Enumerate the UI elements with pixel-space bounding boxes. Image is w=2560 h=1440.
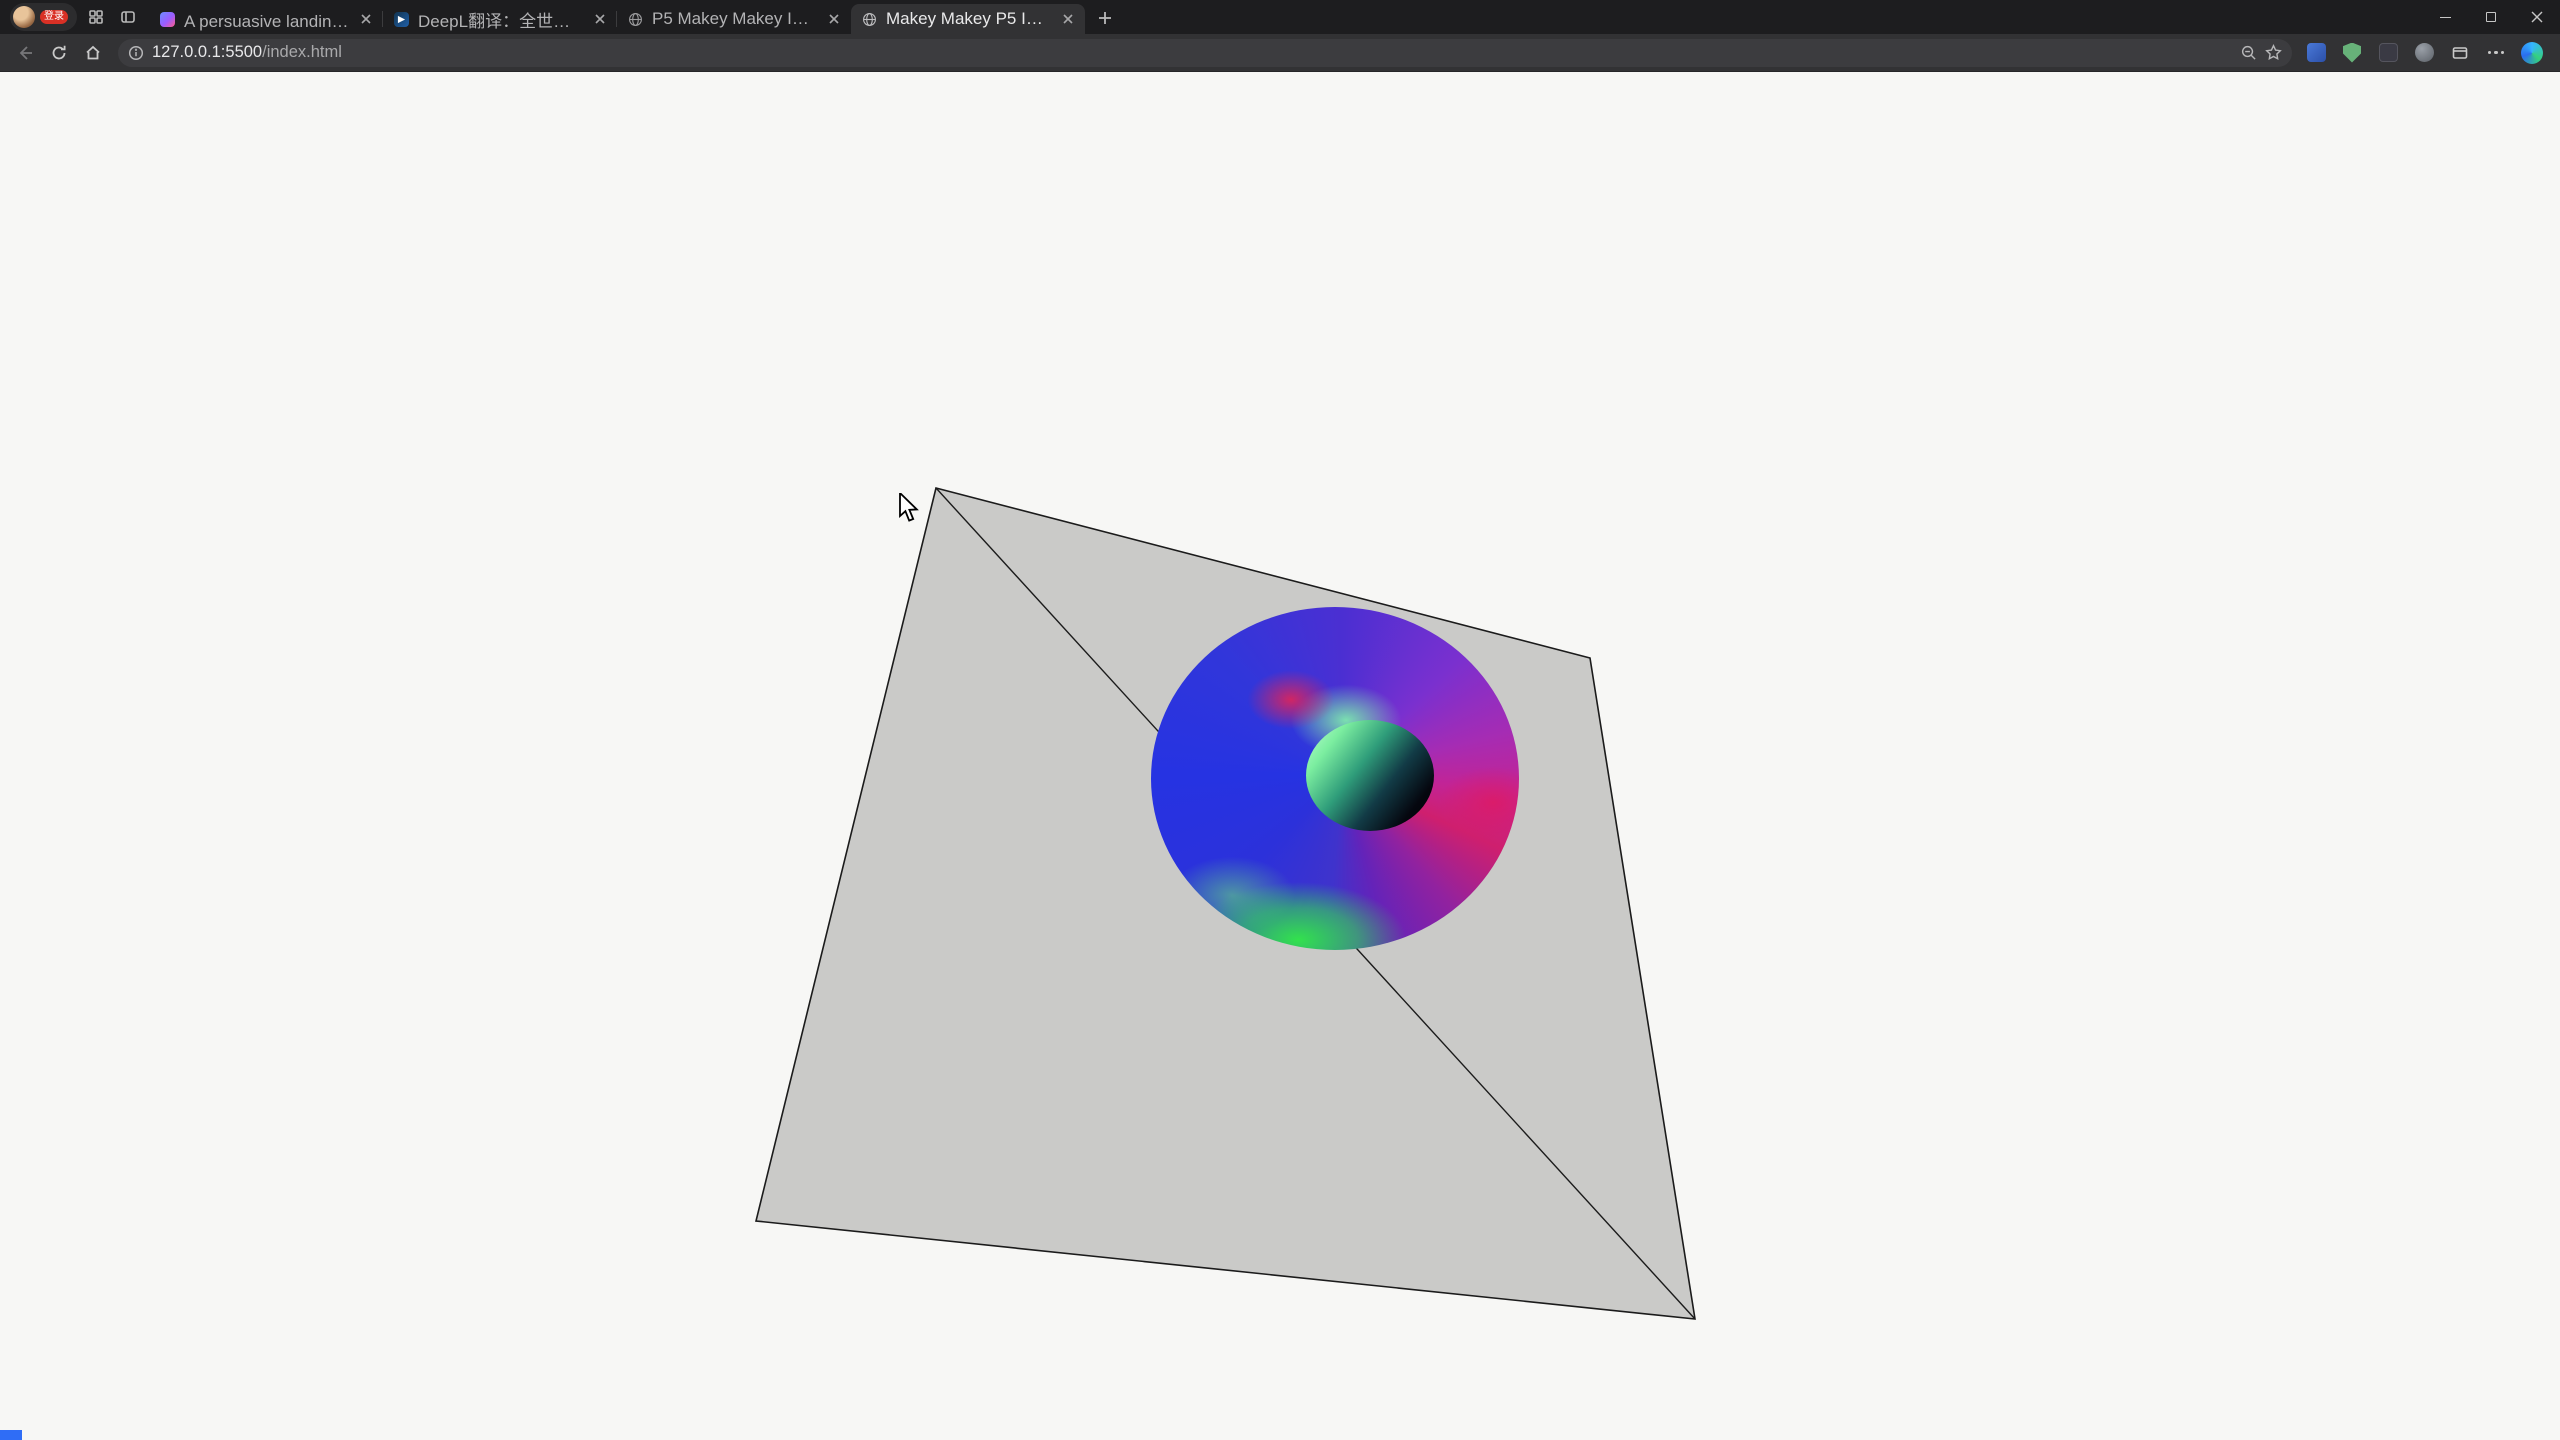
mouse-cursor-icon — [898, 493, 924, 523]
minimize-button[interactable] — [2422, 0, 2468, 34]
home-button[interactable] — [78, 38, 108, 68]
minimize-icon — [2440, 17, 2451, 18]
favorite-star-icon[interactable] — [2265, 44, 2282, 61]
tab-actions-icon[interactable] — [115, 4, 141, 30]
close-button[interactable] — [2514, 0, 2560, 34]
adguard-shield-icon[interactable] — [2338, 39, 2366, 67]
address-bar[interactable]: 127.0.0.1:5500/index.html — [118, 39, 2292, 67]
tab-strip-left-controls: 登录 — [0, 0, 141, 34]
extension-circle-icon[interactable] — [2410, 39, 2438, 67]
tab-deepl[interactable]: DeepL翻译：全世界最准确的翻译 — [383, 4, 617, 34]
browser-profile-button[interactable]: 登录 — [10, 3, 77, 31]
page-viewport[interactable] — [0, 73, 2560, 1440]
refresh-button[interactable] — [44, 38, 74, 68]
tab-title: Makey Makey P5 Interface — [886, 9, 1051, 29]
maximize-icon — [2486, 12, 2496, 22]
tab1-close-icon[interactable] — [357, 10, 375, 28]
url-host: 127.0.0.1:5500 — [152, 43, 262, 61]
new-tab-button[interactable] — [1091, 4, 1119, 32]
extensions-row — [2302, 39, 2550, 67]
tab-title: DeepL翻译：全世界最准确的翻译 — [418, 7, 583, 32]
profile-orb-icon[interactable] — [2518, 39, 2546, 67]
back-button[interactable] — [10, 38, 40, 68]
browser-toolbar: 127.0.0.1:5500/index.html — [0, 34, 2560, 72]
close-icon — [2531, 11, 2543, 23]
tab-title: P5 Makey Makey Interaction — [652, 9, 817, 29]
translate-extension-icon[interactable] — [2302, 39, 2330, 67]
url-path: /index.html — [262, 43, 342, 61]
tab-title: A persuasive landing page-演示文稿 — [184, 7, 349, 32]
profile-avatar — [13, 6, 35, 28]
tab-makey-p5-interface-active[interactable]: Makey Makey P5 Interface — [851, 4, 1085, 34]
bottom-left-blue-artifact — [0, 1430, 22, 1440]
window-controls — [2422, 0, 2560, 34]
more-menu-icon[interactable] — [2482, 39, 2510, 67]
tab3-close-icon[interactable] — [825, 10, 843, 28]
tab-landing-page[interactable]: A persuasive landing page-演示文稿 — [149, 4, 383, 34]
workspaces-icon[interactable] — [83, 4, 109, 30]
tab-list: A persuasive landing page-演示文稿 DeepL翻译：全… — [149, 0, 1085, 34]
tab3-globe-favicon-icon — [627, 11, 644, 28]
tab4-globe-favicon-icon — [861, 11, 878, 28]
tab4-close-icon[interactable] — [1059, 10, 1077, 28]
url-text: 127.0.0.1:5500/index.html — [152, 43, 342, 62]
collections-icon[interactable] — [2446, 39, 2474, 67]
torus-hole — [1306, 720, 1434, 831]
tab1-favicon-icon — [159, 11, 176, 28]
maximize-button[interactable] — [2468, 0, 2514, 34]
browser-tab-strip: 登录 A persuasive landing page-演示文稿 DeepL翻… — [0, 0, 2560, 34]
signin-badge: 登录 — [40, 10, 68, 24]
site-info-icon[interactable] — [128, 45, 144, 61]
tab2-close-icon[interactable] — [591, 10, 609, 28]
dark-mode-extension-icon[interactable] — [2374, 39, 2402, 67]
zoom-icon[interactable] — [2240, 44, 2257, 61]
tab-p5-makey-interaction[interactable]: P5 Makey Makey Interaction — [617, 4, 851, 34]
tab2-favicon-icon — [393, 11, 410, 28]
